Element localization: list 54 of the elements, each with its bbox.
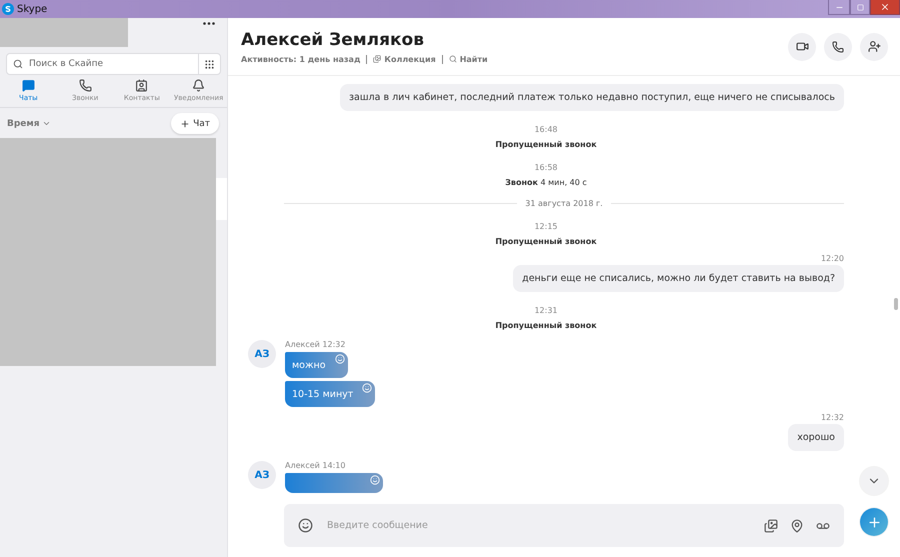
video-camera-icon (796, 40, 808, 53)
message-bubble: можно (285, 352, 348, 378)
chat-bubble-icon (22, 79, 35, 92)
message-input[interactable]: Введите сообщение (325, 519, 752, 532)
window-title: Skype (17, 4, 48, 14)
message-bubble: зашла в лич кабинет, последний платеж только недавно поступил, еще ничего не списывалось (340, 84, 844, 111)
search-icon (448, 55, 457, 63)
sender-time: Алексей 14:10 (285, 461, 346, 470)
message-time: 12:20 (820, 254, 844, 263)
call-event-text: Звонок 4 мин, 40 с (505, 178, 587, 187)
contact-card-icon (135, 79, 148, 92)
message-bubble: деньги еще не списались, можно ли будет ставить на вывод? (513, 265, 844, 292)
contact-avatar: АЗ (248, 340, 276, 368)
close-button[interactable] (870, 0, 900, 15)
skype-logo-icon (2, 3, 14, 15)
activity-status: Активность: 1 день назад (241, 54, 360, 64)
message-time: 12:32 (820, 413, 844, 422)
add-person-icon (868, 40, 880, 53)
scrollbar-thumb[interactable] (894, 298, 898, 310)
plus-icon (180, 118, 190, 128)
new-chat-button[interactable]: Чат (171, 113, 219, 134)
chevron-down-icon (42, 119, 51, 128)
maximize-icon (856, 4, 864, 10)
smile-icon[interactable] (298, 518, 313, 533)
images-icon (373, 55, 382, 63)
phone-icon (832, 40, 844, 52)
ellipsis-icon (203, 22, 215, 25)
video-call-button[interactable] (788, 32, 816, 60)
date-divider-text: 31 августа 2018 г. (525, 199, 603, 208)
bell-icon (192, 79, 206, 92)
contact-avatar: АЗ (248, 461, 276, 489)
images-icon[interactable] (764, 518, 778, 532)
gallery-link[interactable]: Коллекция (373, 54, 436, 64)
message-bubble: хорошо (788, 424, 844, 451)
event-time: 12:31 (534, 306, 558, 315)
location-pin-icon[interactable] (790, 518, 804, 532)
add-person-button[interactable] (860, 32, 888, 60)
call-event-text: Пропущенный звонок (495, 140, 597, 149)
sort-dropdown[interactable]: Время (7, 118, 51, 128)
sender-time: Алексей 12:32 (285, 340, 346, 349)
close-icon (880, 2, 890, 12)
message-bubble: 10-15 минут (285, 381, 376, 407)
call-event-text: Пропущенный звонок (495, 237, 597, 246)
event-time: 16:48 (534, 125, 558, 134)
scrollbar-track (216, 178, 227, 220)
event-time: 16:58 (534, 163, 558, 172)
call-event-text: Пропущенный звонок (495, 321, 597, 330)
event-time: 12:15 (534, 222, 558, 231)
plus-icon (866, 514, 882, 530)
call-button[interactable] (824, 32, 852, 60)
find-link[interactable]: Найти (448, 54, 488, 64)
contact-name: Алексей Земляков (241, 30, 425, 50)
phone-icon (78, 79, 92, 92)
plus-button[interactable] (860, 508, 888, 536)
